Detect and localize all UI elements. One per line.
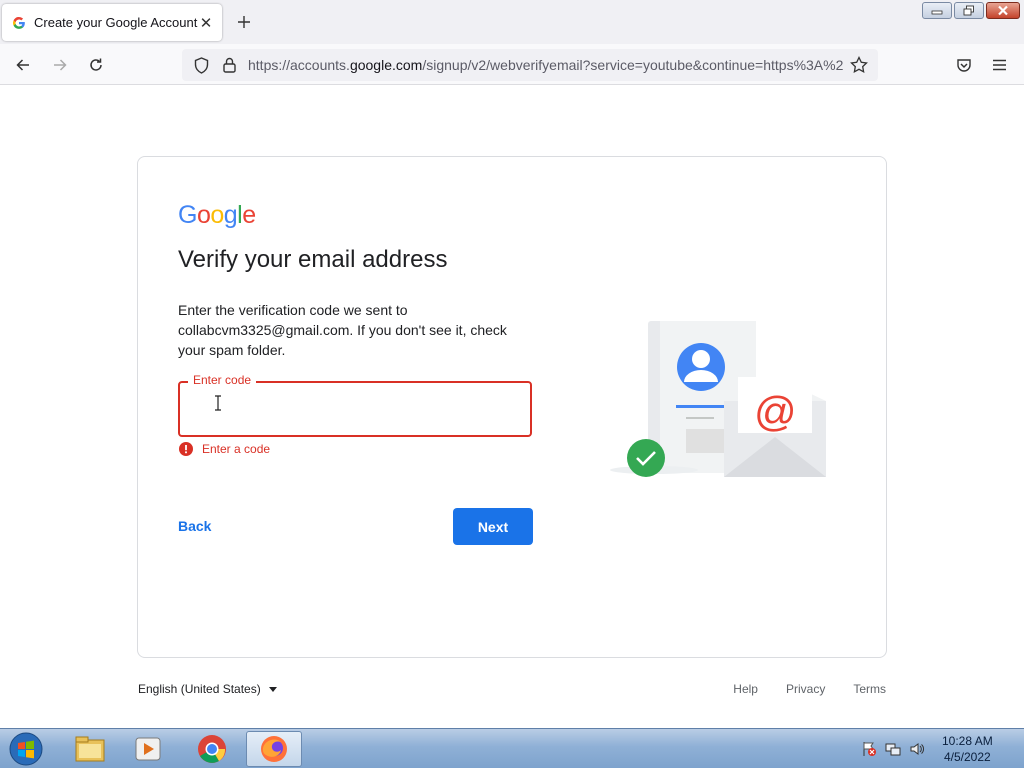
privacy-link[interactable]: Privacy	[786, 682, 825, 696]
system-clock[interactable]: 10:28 AM 4/5/2022	[942, 733, 993, 765]
restore-window-button[interactable]	[954, 2, 984, 19]
tab-title: Create your Google Account	[34, 15, 198, 30]
language-label: English (United States)	[138, 682, 261, 696]
tracking-protection-shield-icon[interactable]	[192, 56, 210, 74]
navigation-toolbar: https://accounts.google.com/signup/v2/we…	[0, 44, 1024, 85]
error-icon	[179, 442, 193, 456]
windows-start-icon	[9, 732, 43, 766]
back-button[interactable]: Back	[178, 518, 211, 534]
code-input[interactable]	[192, 393, 518, 425]
file-explorer-taskbar-icon[interactable]	[62, 731, 118, 767]
text-cursor-icon	[215, 395, 221, 411]
back-arrow-icon[interactable]	[10, 52, 36, 78]
page-footer: English (United States) Help Privacy Ter…	[137, 680, 887, 700]
pocket-icon[interactable]	[951, 52, 977, 78]
google-favicon-icon	[13, 16, 25, 29]
logo-letter: g	[223, 201, 238, 229]
address-bar[interactable]: https://accounts.google.com/signup/v2/we…	[182, 49, 878, 81]
logo-letter: e	[242, 201, 256, 229]
clock-date: 4/5/2022	[943, 750, 991, 764]
language-selector[interactable]: English (United States)	[138, 682, 277, 696]
logo-letter: G	[178, 201, 197, 229]
caret-down-icon	[268, 686, 277, 692]
code-input-field[interactable]: Enter code	[178, 373, 532, 437]
network-icon[interactable]	[884, 740, 902, 758]
minimize-window-button[interactable]	[922, 2, 952, 19]
error-text: Enter a code	[202, 442, 271, 456]
start-button[interactable]	[6, 731, 46, 767]
new-tab-icon[interactable]	[234, 12, 254, 32]
google-logo: Google	[178, 201, 256, 230]
close-tab-icon[interactable]: ✕	[198, 15, 214, 32]
terms-link[interactable]: Terms	[853, 682, 886, 696]
firefox-taskbar-icon[interactable]	[246, 731, 302, 767]
instructions-text: Enter the verification code we sent to c…	[178, 302, 507, 358]
logo-letter: o	[196, 201, 211, 229]
signup-card: Google Verify your email address Enter t…	[137, 156, 887, 658]
close-window-button[interactable]	[986, 2, 1020, 19]
svg-text:@: @	[754, 388, 797, 435]
volume-icon[interactable]	[908, 740, 926, 758]
forward-arrow-icon[interactable]	[47, 52, 73, 78]
code-field-label: Enter code	[188, 373, 257, 387]
chrome-taskbar-icon[interactable]	[184, 731, 240, 767]
logo-letter: o	[210, 201, 224, 229]
lock-icon[interactable]	[220, 56, 238, 74]
page-title: Verify your email address	[178, 246, 448, 273]
tab-strip: Create your Google Account ✕	[0, 0, 1024, 44]
menu-hamburger-icon[interactable]	[986, 52, 1012, 78]
reload-icon[interactable]	[83, 52, 109, 78]
next-button[interactable]: Next	[453, 508, 533, 545]
error-message: Enter a code	[179, 442, 270, 456]
clock-time: 10:28 AM	[942, 734, 993, 748]
tab-active[interactable]: Create your Google Account ✕	[2, 4, 222, 41]
help-link[interactable]: Help	[733, 682, 758, 696]
action-center-flag-icon[interactable]	[860, 740, 878, 758]
taskbar: 10:28 AM 4/5/2022	[0, 728, 1024, 768]
bookmark-star-icon[interactable]	[850, 56, 868, 74]
email-verification-illustration: @	[610, 321, 826, 477]
media-player-taskbar-icon[interactable]	[120, 731, 176, 767]
url-text: https://accounts.google.com/signup/v2/we…	[248, 57, 844, 73]
